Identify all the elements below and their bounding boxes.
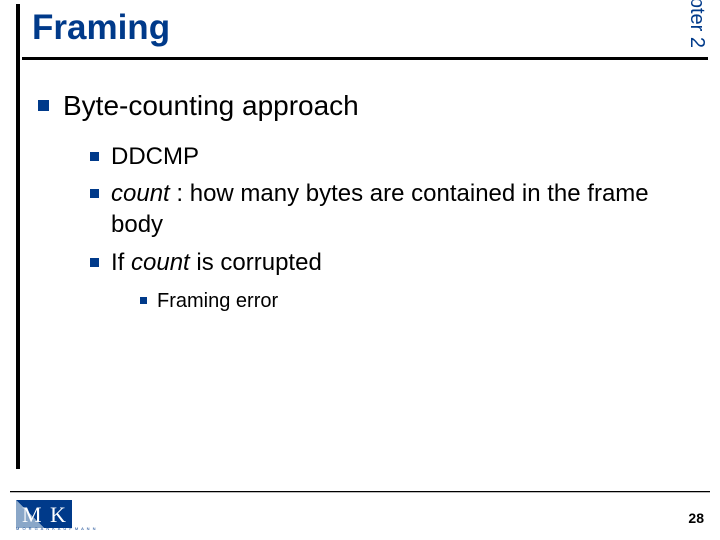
logo-subtext: M O R G A N K A U F M A N N (16, 526, 97, 531)
bullet-text: Framing error (157, 288, 278, 314)
slide: Framing Chapter 2 Byte-counting approach… (0, 0, 720, 540)
bullet-level2: DDCMP (90, 141, 678, 172)
page-number: 28 (688, 510, 704, 526)
bullet-text: Byte-counting approach (63, 88, 359, 123)
text-segment: is corrupted (190, 249, 322, 276)
title-rule (22, 57, 708, 60)
footer-rule (10, 491, 710, 493)
bullet-level3: Framing error (140, 288, 678, 314)
bullet-level2: count : how many bytes are contained in … (90, 178, 678, 240)
level2-group: DDCMP count : how many bytes are containe… (90, 141, 678, 314)
square-bullet-icon (38, 100, 49, 111)
square-bullet-icon (140, 297, 147, 304)
text-segment: count (131, 249, 190, 276)
bullet-text: DDCMP (111, 141, 199, 172)
text-segment: If (111, 249, 131, 276)
logo-letter-m: M (22, 502, 42, 528)
square-bullet-icon (90, 258, 99, 267)
text-segment: DDCMP (111, 143, 199, 170)
publisher-logo: M K M O R G A N K A U F M A N N (16, 500, 72, 534)
content-area: Byte-counting approach DDCMP count : how … (38, 88, 678, 324)
bullet-level2: If count is corrupted Framing error (90, 247, 678, 314)
slide-title: Framing (32, 8, 170, 48)
chapter-label: Chapter 2 (685, 0, 708, 48)
logo-letter-k: K (50, 502, 66, 528)
text-segment: : how many bytes are contained in the fr… (111, 180, 649, 238)
square-bullet-icon (90, 152, 99, 161)
level3-group: Framing error (140, 288, 678, 314)
left-rail (16, 4, 20, 469)
square-bullet-icon (90, 189, 99, 198)
bullet-level1: Byte-counting approach DDCMP count : how … (38, 88, 678, 314)
text-segment: count (111, 180, 170, 207)
bullet-text: If count is corrupted (111, 247, 322, 278)
bullet-text: count : how many bytes are contained in … (111, 178, 678, 240)
